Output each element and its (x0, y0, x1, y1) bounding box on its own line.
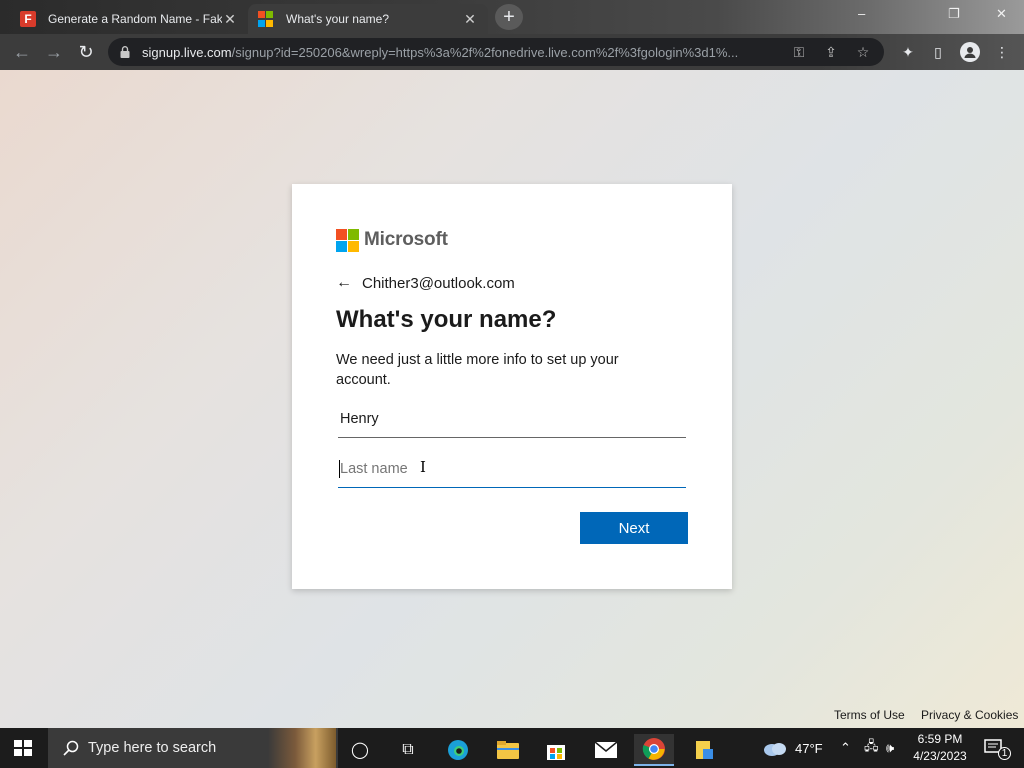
signup-card: Microsoft ← Chither3@outlook.com What's … (292, 184, 732, 589)
clock-time: 6:59 PM (917, 732, 963, 746)
fakenamegenerator-icon: F (20, 11, 36, 27)
show-hidden-icons-icon[interactable]: ⌃ (840, 728, 851, 768)
menu-icon[interactable]: ⋮ (992, 42, 1012, 62)
lock-icon (120, 46, 130, 58)
task-view-icon[interactable]: ⧉ (388, 734, 428, 766)
profile-icon[interactable] (960, 42, 980, 62)
url-text: signup.live.com/signup?id=250206&wreply=… (142, 45, 778, 60)
notifications-icon[interactable]: 1 (984, 728, 1011, 768)
key-icon[interactable]: ⚿ (788, 44, 810, 61)
page-background: Microsoft ← Chither3@outlook.com What's … (0, 70, 1024, 728)
first-name-value: Henry (340, 411, 379, 427)
back-icon[interactable]: ← (10, 40, 34, 64)
microsoft-logo-icon (336, 228, 359, 252)
share-icon[interactable]: ⇪ (820, 44, 842, 61)
brand-name: Microsoft (364, 229, 448, 250)
text-caret (339, 460, 340, 478)
tab-fake-name-generator[interactable]: F Generate a Random Name - Fak ✕ (10, 4, 248, 34)
new-tab-button[interactable]: + (495, 4, 523, 30)
url-host: signup.live.com (142, 44, 232, 60)
privacy-cookies-link[interactable]: Privacy & Cookies (921, 708, 1018, 722)
identity-email: Chither3@outlook.com (362, 274, 515, 292)
chrome-icon[interactable] (634, 734, 674, 766)
notes-app-icon[interactable] (684, 734, 724, 766)
ibeam-cursor-icon: I (420, 458, 426, 476)
next-button[interactable]: Next (580, 512, 688, 544)
extensions-icon[interactable]: ✦ (898, 42, 918, 62)
back-arrow-icon[interactable]: ← (336, 274, 356, 292)
page-title: What's your name? (336, 306, 557, 333)
terms-of-use-link[interactable]: Terms of Use (834, 708, 905, 722)
cortana-icon[interactable]: ◯ (340, 734, 380, 766)
close-icon[interactable]: ✕ (462, 11, 478, 28)
address-bar[interactable]: signup.live.com/signup?id=250206&wreply=… (108, 38, 884, 66)
windows-start-icon[interactable] (14, 740, 32, 756)
mail-icon[interactable] (586, 734, 626, 766)
tab-whats-your-name[interactable]: What's your name? ✕ (248, 4, 488, 34)
weather-temperature: 47°F (795, 740, 823, 756)
first-name-field[interactable]: Henry (338, 406, 686, 438)
description-text: We need just a little more info to set u… (336, 352, 619, 388)
last-name-placeholder: Last name (340, 461, 408, 477)
search-icon (63, 740, 79, 756)
browser-tab-strip: F Generate a Random Name - Fak ✕ What's … (0, 0, 1024, 34)
browser-toolbar: ← → ↻ signup.live.com/signup?id=250206&w… (0, 34, 1024, 70)
tab-title: What's your name? (286, 12, 390, 26)
minimize-icon[interactable]: – (858, 6, 865, 21)
tab-title: Generate a Random Name - Fak (48, 12, 222, 26)
microsoft-logo: Microsoft (336, 228, 688, 252)
reload-icon[interactable]: ↻ (74, 40, 98, 64)
file-explorer-icon[interactable] (488, 734, 528, 766)
taskbar: Type here to search ◯ ⧉ 47°F ⌃ 🖧 🕪 6:59 … (0, 728, 1024, 768)
identity-banner[interactable]: ← Chither3@outlook.com (336, 274, 688, 292)
forward-icon[interactable]: → (42, 40, 66, 64)
system-clock[interactable]: 6:59 PM 4/23/2023 (906, 731, 974, 765)
close-window-icon[interactable]: ✕ (996, 6, 1007, 22)
notification-count-badge: 1 (998, 746, 1011, 760)
microsoft-icon (258, 11, 274, 27)
search-placeholder: Type here to search (88, 740, 217, 756)
microsoft-store-icon[interactable] (536, 734, 576, 766)
search-highlight-illustration (268, 728, 336, 768)
side-panel-icon[interactable]: ▯ (928, 42, 948, 62)
cloud-icon (764, 743, 786, 756)
last-name-field[interactable]: Last name (338, 456, 686, 488)
url-path: /signup?id=250206&wreply=https%3a%2f%2fo… (231, 44, 739, 60)
volume-icon[interactable]: 🕪 (886, 728, 894, 768)
maximize-icon[interactable]: ❐ (948, 6, 960, 22)
weather-widget[interactable]: 47°F (762, 728, 823, 768)
clock-date: 4/23/2023 (913, 749, 967, 763)
close-icon[interactable]: ✕ (222, 11, 238, 28)
network-icon[interactable]: 🖧 (864, 728, 879, 768)
edge-icon[interactable] (438, 734, 478, 766)
star-icon[interactable]: ☆ (852, 44, 874, 61)
